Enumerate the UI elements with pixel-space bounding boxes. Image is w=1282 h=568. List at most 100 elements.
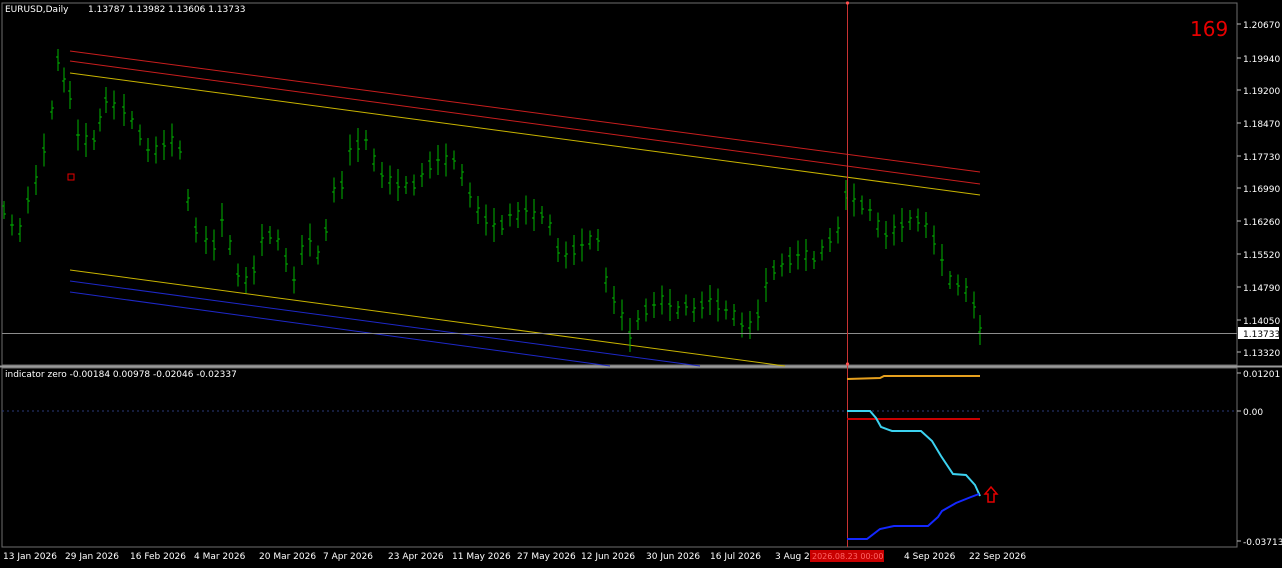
channel-upper-yellow-line	[69, 72, 981, 196]
bar-counter: 169	[1190, 17, 1228, 41]
price-bar	[228, 235, 232, 255]
price-bar	[244, 267, 248, 293]
price-bar	[924, 212, 928, 238]
time-label: 7 Apr 2026	[323, 552, 373, 562]
price-bar	[178, 140, 182, 160]
indicator-tick: 0.00	[1237, 408, 1263, 418]
svg-text:1.15520: 1.15520	[1243, 251, 1280, 261]
price-bar	[122, 94, 126, 126]
price-bar	[852, 183, 856, 217]
price-bar	[404, 176, 408, 194]
price-bar	[56, 49, 60, 71]
price-bar	[170, 123, 174, 157]
price-bar	[978, 315, 982, 345]
price-bar	[660, 285, 664, 315]
price-bar	[138, 124, 142, 146]
price-bar	[332, 177, 336, 203]
price-bar	[636, 310, 640, 330]
price-bar	[780, 253, 784, 277]
price-bar	[130, 111, 134, 129]
price-bar	[492, 208, 496, 242]
price-bar	[948, 271, 952, 289]
price-tick: 1.16260	[1237, 218, 1280, 228]
time-label: 16 Jul 2026	[710, 552, 761, 562]
price-bar	[652, 292, 656, 318]
price-axis: 1.20670 1.19940 1.19200 1.18470 1.17730 …	[1237, 21, 1280, 359]
price-bar	[732, 304, 736, 326]
price-bar	[620, 299, 624, 331]
price-bar	[940, 244, 944, 276]
price-bar	[676, 301, 680, 319]
price-bar	[804, 239, 808, 271]
price-bar	[18, 218, 22, 242]
price-bar	[2, 201, 6, 219]
indicator-pane-border	[1, 367, 1238, 548]
time-label: 22 Sep 2026	[969, 552, 1026, 562]
price-bar	[508, 203, 512, 227]
price-bar	[668, 289, 672, 321]
price-bar	[700, 291, 704, 319]
svg-text:0.01201: 0.01201	[1243, 370, 1280, 380]
price-bar	[62, 67, 66, 93]
svg-text:1.19940: 1.19940	[1243, 55, 1280, 65]
price-bar	[500, 215, 504, 235]
price-bar	[50, 100, 54, 120]
indicator-blue-line	[847, 493, 980, 540]
channel-lower-blue-line	[69, 280, 701, 367]
crosshair-dot-top	[845, 1, 850, 5]
price-bar	[820, 239, 824, 261]
price-bar	[268, 226, 272, 244]
price-tick: 1.15520	[1237, 251, 1280, 261]
time-label: 4 Mar 2026	[194, 552, 246, 562]
price-bar	[260, 224, 264, 256]
price-bar	[524, 195, 528, 225]
price-bar	[932, 225, 936, 255]
price-bar	[10, 214, 14, 236]
price-bar	[444, 143, 448, 177]
svg-text:-0.03713: -0.03713	[1243, 538, 1282, 548]
price-bar	[548, 214, 552, 236]
price-bar	[764, 268, 768, 302]
price-bar	[628, 318, 632, 352]
indicator-tick: 0.01201	[1237, 370, 1280, 380]
price-tick: 1.18470	[1237, 120, 1280, 130]
price-bar	[468, 182, 472, 208]
price-bar	[292, 266, 296, 294]
price-bar	[908, 210, 912, 230]
price-bar	[428, 151, 432, 179]
price-bar	[34, 165, 38, 195]
price-tick: 1.19940	[1237, 55, 1280, 65]
time-label: 3 Aug 20	[775, 552, 816, 562]
chart-canvas[interactable]: 1.20670 1.19940 1.19200 1.18470 1.17730 …	[0, 0, 1282, 564]
price-bar	[194, 217, 198, 243]
time-label: 16 Feb 2026	[130, 552, 186, 562]
price-bar	[972, 291, 976, 319]
price-bar	[68, 81, 72, 109]
price-tick: 1.14790	[1237, 284, 1280, 294]
cursor-time-label: 2026.08.23 00:00	[812, 552, 883, 561]
price-bar	[388, 165, 392, 195]
price-bar	[868, 199, 872, 221]
channel-upper-red-line-2	[69, 60, 981, 185]
price-bar	[772, 260, 776, 280]
price-bar	[476, 196, 480, 224]
indicator-cyan-line	[847, 410, 981, 497]
price-bar	[348, 134, 352, 166]
svg-text:1.20670: 1.20670	[1243, 21, 1280, 31]
price-bar	[956, 274, 960, 296]
svg-text:1.14050: 1.14050	[1243, 317, 1280, 327]
price-bar	[532, 199, 536, 231]
indicator-orange-line	[846, 375, 980, 380]
price-bar	[252, 255, 256, 285]
trading-chart[interactable]: 1.20670 1.19940 1.19200 1.18470 1.17730 …	[0, 0, 1282, 564]
price-bar	[884, 221, 888, 249]
price-bar	[860, 195, 864, 215]
price-tick: 1.14050	[1237, 317, 1280, 327]
svg-text:1.18470: 1.18470	[1243, 120, 1280, 130]
price-bar	[748, 311, 752, 339]
price-bar	[796, 240, 800, 270]
time-label: 12 Jun 2026	[581, 552, 635, 562]
price-tick: 1.17730	[1237, 153, 1280, 163]
price-bar	[186, 189, 190, 211]
price-bar	[916, 208, 920, 232]
